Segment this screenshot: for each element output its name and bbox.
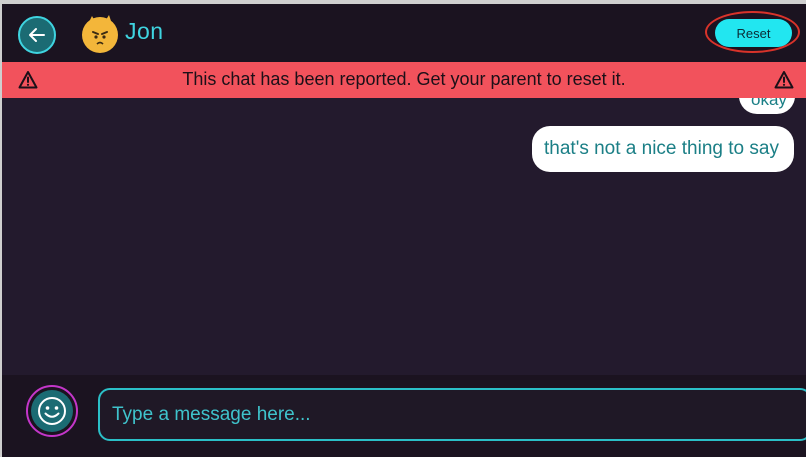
smiley-icon [38,397,66,425]
message-list[interactable]: okay that's not a nice thing to say [2,98,806,375]
arrow-left-icon [29,28,45,42]
message-bubble: that's not a nice thing to say [532,126,794,172]
back-button[interactable] [18,16,56,54]
message-input[interactable] [98,388,806,441]
message-bubble: okay [739,98,795,114]
reset-button[interactable]: Reset [715,19,792,47]
message-text: that's not a nice thing to say [544,138,779,159]
emoji-button[interactable] [26,385,78,437]
banner-text: This chat has been reported. Get your pa… [182,69,626,89]
message-text: okay [751,98,787,109]
warning-triangle-icon [774,71,794,89]
chat-header: Jon Reset [2,4,806,62]
emoji-button-inner [31,390,73,432]
cat-avatar-icon [82,15,118,53]
message-composer [2,375,806,457]
reported-banner: This chat has been reported. Get your pa… [2,62,806,98]
contact-name: Jon [125,18,164,44]
